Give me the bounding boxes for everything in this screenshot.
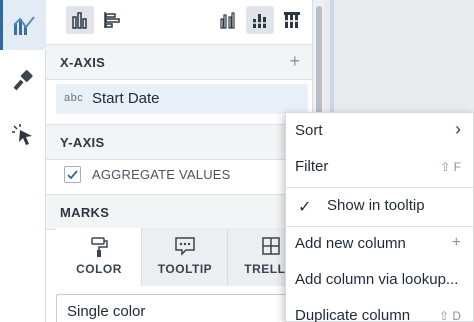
vertical-bar-button[interactable] [66, 6, 94, 34]
menu-item-show-in-tooltip[interactable]: ✓ Show in tooltip [286, 188, 474, 224]
aggregate-values-label: AGGREGATE VALUES [92, 167, 231, 182]
filter-shortcut: ⇧ F [440, 160, 461, 174]
menu-item-add-column-lookup[interactable]: Add column via lookup... [286, 262, 474, 298]
menu-item-show-in-tooltip-label: Show in tooltip [327, 197, 425, 214]
menu-item-filter-label: Filter [295, 158, 329, 175]
actions-tab[interactable] [0, 110, 46, 160]
format-tab[interactable] [0, 56, 46, 106]
chart-icon [12, 16, 35, 35]
menu-item-duplicate-column-label: Duplicate column [295, 307, 411, 322]
marks-header: MARKS [46, 194, 312, 230]
menu-item-add-column-lookup-label: Add column via lookup... [295, 271, 459, 288]
check-icon: ✓ [298, 199, 312, 216]
trellis-icon [261, 237, 280, 255]
tooltip-icon [174, 237, 195, 256]
marks-tabs: COLOR TOOLTIP TRELLIS [56, 228, 314, 286]
x-axis-add-button[interactable]: + [289, 51, 300, 72]
grouped-bar-icon [220, 12, 235, 29]
stacked-bar-icon [253, 14, 266, 28]
tab-tooltip[interactable]: TOOLTIP [142, 228, 228, 286]
cursor-click-icon [12, 124, 32, 145]
menu-item-duplicate-column[interactable]: Duplicate column ⇧ D [286, 298, 474, 322]
color-select-value: Single color [67, 303, 146, 320]
stacked-100-bar-icon [284, 12, 300, 28]
menu-item-add-new-column-label: Add new column [295, 235, 406, 252]
stacked-100-bar-button[interactable] [278, 6, 306, 34]
horizontal-bar-icon [104, 12, 120, 28]
x-axis-field-name: Start Date [92, 90, 160, 107]
y-axis-header: Y-AXIS [46, 124, 312, 160]
stacked-bar-button[interactable] [246, 6, 274, 34]
grouped-bar-button[interactable] [214, 6, 242, 34]
y-axis-title: Y-AXIS [60, 135, 105, 150]
chevron-right-icon: › [455, 119, 461, 139]
aggregate-values-checkbox[interactable] [64, 166, 81, 183]
menu-item-filter[interactable]: Filter ⇧ F [286, 149, 474, 185]
tab-color-label: COLOR [76, 262, 122, 276]
tab-color[interactable]: COLOR [56, 228, 142, 286]
paint-roller-icon [90, 237, 108, 257]
plus-icon: + [451, 234, 461, 251]
column-context-menu: Sort › Filter ⇧ F ✓ Show in tooltip Add … [285, 112, 474, 322]
menu-item-sort-label: Sort [295, 122, 323, 139]
chart-type-toolbar [46, 0, 312, 44]
duplicate-shortcut: ⇧ D [438, 309, 461, 322]
tab-tooltip-label: TOOLTIP [157, 262, 213, 276]
horizontal-bar-button[interactable] [98, 6, 126, 34]
color-select[interactable]: Single color [56, 294, 312, 322]
tool-rail [0, 0, 46, 322]
chart-config-tab[interactable] [0, 0, 46, 50]
x-axis-header: X-AXIS + [46, 44, 312, 80]
x-axis-field[interactable]: abc Start Date [56, 84, 308, 114]
paint-brush-icon [13, 70, 33, 91]
marks-title: MARKS [60, 205, 110, 220]
menu-item-sort[interactable]: Sort › [286, 113, 474, 149]
checkmark-icon [67, 170, 78, 180]
vertical-bar-icon [72, 12, 87, 29]
text-type-icon: abc [64, 92, 84, 104]
menu-item-add-new-column[interactable]: Add new column + [286, 226, 474, 262]
x-axis-title: X-AXIS [60, 55, 106, 70]
